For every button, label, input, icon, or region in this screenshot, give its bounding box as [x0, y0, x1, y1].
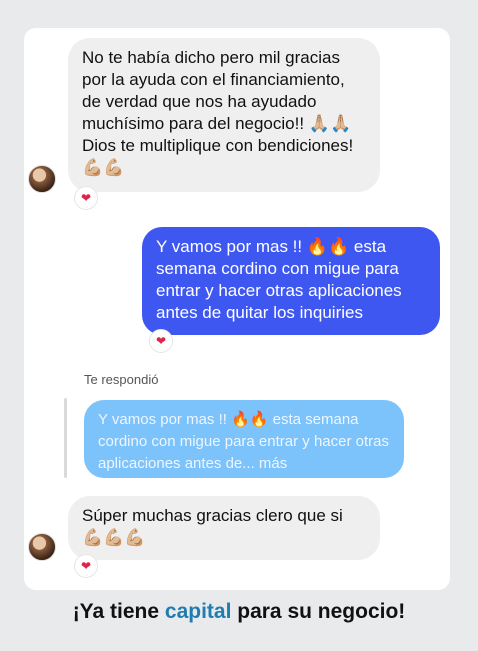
message-sent[interactable]: Y vamos por mas !! 🔥🔥 esta semana cordin…: [142, 227, 440, 335]
banner-highlight: capital: [164, 600, 232, 623]
reply-label: Te respondió: [84, 372, 159, 387]
banner-suffix: para su negocio!: [231, 600, 406, 623]
heart-reaction-icon[interactable]: ❤: [75, 187, 97, 209]
message-received-1[interactable]: No te había dicho pero mil gracias por l…: [68, 38, 380, 192]
avatar[interactable]: [28, 533, 56, 561]
banner-prefix: ¡Ya tiene: [72, 600, 165, 623]
banner-title: ¡Ya tiene capital para su negocio!: [0, 600, 478, 624]
message-received-2[interactable]: Súper muchas gracias clero que si 💪🏼💪🏼💪🏼: [68, 496, 380, 560]
heart-reaction-icon[interactable]: ❤: [150, 330, 172, 352]
quoted-message[interactable]: Y vamos por mas !! 🔥🔥 esta semana cordin…: [84, 400, 404, 478]
chat-card: No te había dicho pero mil gracias por l…: [24, 28, 450, 590]
heart-reaction-icon[interactable]: ❤: [75, 555, 97, 577]
quote-bar: [64, 398, 67, 478]
avatar[interactable]: [28, 165, 56, 193]
